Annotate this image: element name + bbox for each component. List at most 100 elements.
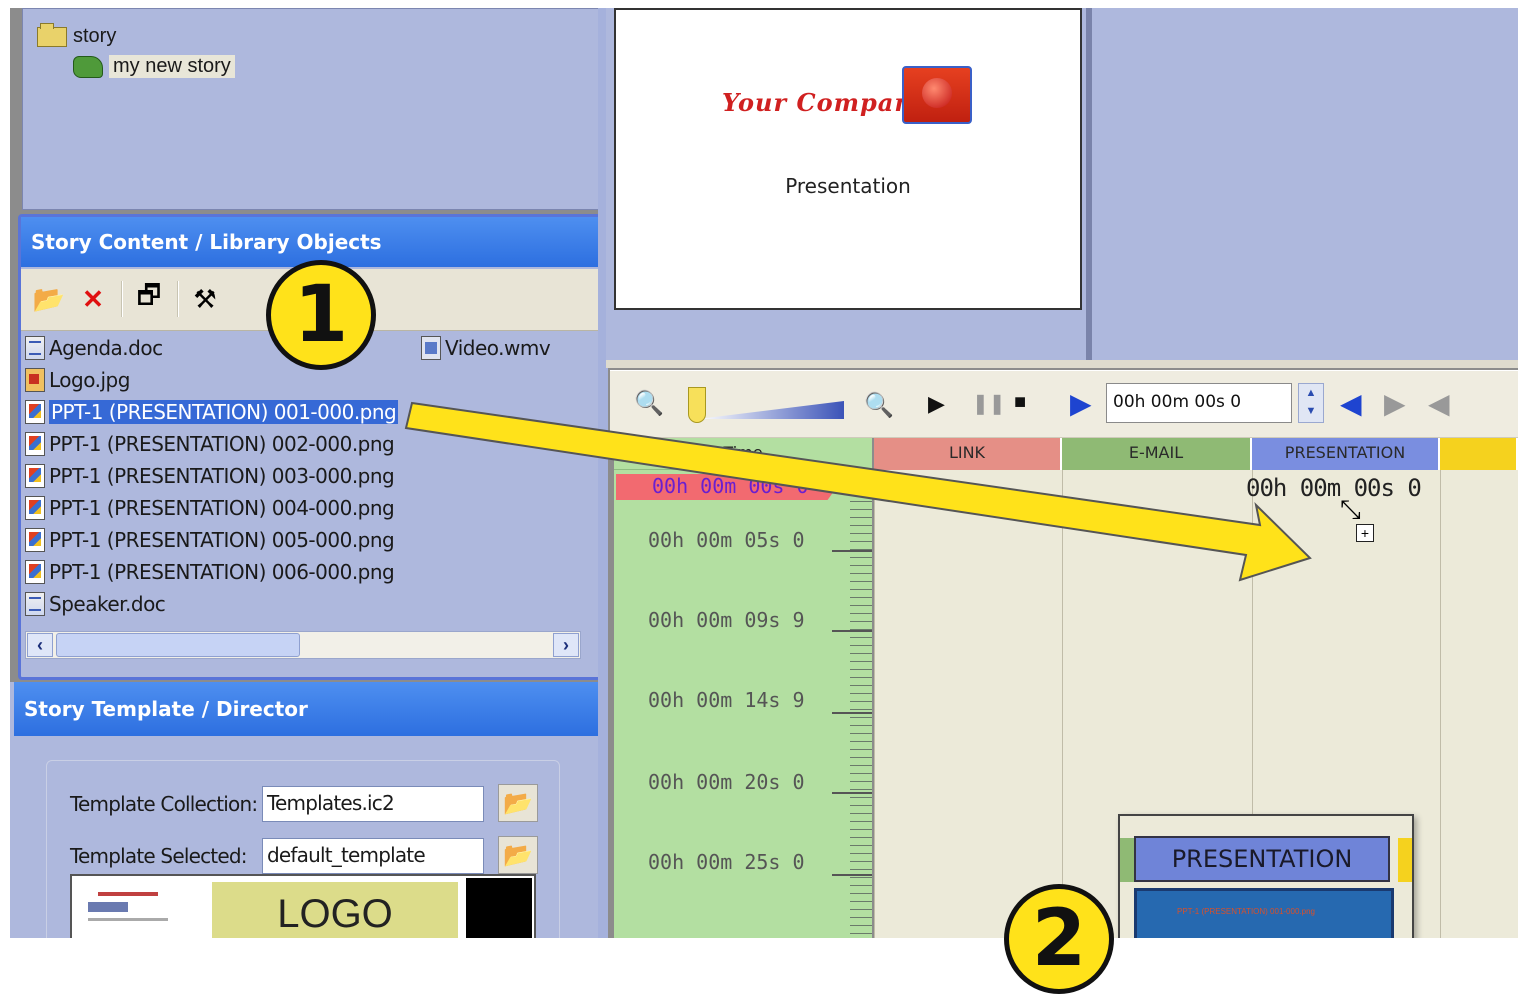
list-item[interactable]: Logo.jpg [25,365,130,395]
list-item[interactable]: Agenda.doc [25,333,163,363]
time-spinner[interactable]: ▲ ▼ [1298,383,1324,423]
zoom-slider-handle[interactable] [688,387,706,423]
browse-template-button[interactable]: 📂 [498,836,538,874]
time-tick-label: 00h 00m 14s 9 [648,688,805,712]
list-item[interactable]: PPT-1 (PRESENTATION) 003-000.png [25,461,395,491]
company-brand-text: Your Company [722,88,928,117]
file-name: PPT-1 (PRESENTATION) 006-000.png [49,560,395,584]
pause-icon[interactable]: ❚❚ [972,391,1006,416]
list-item[interactable]: PPT-1 (PRESENTATION) 004-000.png [25,493,395,523]
template-selected-label: Template Selected: [70,844,247,868]
drop-time-indicator: 00h 00m 00s 0 [1246,474,1422,502]
file-name: PPT-1 (PRESENTATION) 001-000.png [49,400,399,424]
open-folder-icon: 📂 [503,841,533,869]
file-name: Logo.jpg [49,368,130,392]
drag-preview-popup: PRESENTATION PPT-1 (PRESENTATION) 001-00… [1118,814,1414,938]
tree-node-label: my new story [109,55,235,78]
tools-button[interactable]: ⚒ [189,283,221,315]
open-folder-button[interactable]: 📂 [33,283,65,315]
properties-button[interactable]: 🗗 [133,280,165,315]
presentation-clip[interactable]: PPT-1 (PRESENTATION) 001-000.png ✥ [1134,888,1394,938]
png-file-icon [25,560,45,584]
template-black-block [466,878,532,938]
horizontal-splitter[interactable] [606,360,1518,368]
template-collection-label: Template Collection: [70,792,258,816]
jpg-file-icon [25,368,45,392]
track-link[interactable] [874,470,1062,938]
current-time-field[interactable]: 00h 00m 00s 0 [1106,383,1292,423]
time-tick-label: 00h 00m 20s 0 [648,770,805,794]
file-name: Speaker.doc [49,592,166,616]
time-tick-label: 00h 00m 09s 9 [648,608,805,632]
horizontal-scrollbar[interactable]: ‹ › [25,631,581,659]
template-logo-placeholder: LOGO [212,882,458,938]
scrollbar-thumb[interactable] [56,633,300,657]
open-folder-icon: 📂 [32,283,66,314]
file-name: PPT-1 (PRESENTATION) 003-000.png [49,464,395,488]
go-start-icon[interactable]: ▶ [1070,387,1092,420]
track-extra[interactable] [1440,470,1518,938]
clip-caption: PPT-1 (PRESENTATION) 001-000.png [1177,907,1315,916]
application-window: story my new story Story Content / Libra… [10,8,1518,938]
delete-button[interactable]: ✕ [77,283,109,315]
open-folder-icon: 📂 [503,789,533,817]
story-tree-panel: story my new story [22,8,602,210]
list-item[interactable]: PPT-1 (PRESENTATION) 001-000.png [25,397,399,427]
file-name: Agenda.doc [49,336,163,360]
time-ruler [850,470,872,938]
template-preview: LOGO [70,874,536,938]
browse-collection-button[interactable]: 📂 [498,784,538,822]
file-name: Video.wmv [445,336,551,360]
list-item[interactable]: PPT-1 (PRESENTATION) 005-000.png [25,525,395,555]
scroll-right-icon[interactable]: › [553,633,579,657]
previous-frame-icon[interactable]: ◀ [1428,387,1450,420]
panel-title: Story Content / Library Objects [21,217,599,267]
step-2-badge: 2 [1004,884,1114,994]
file-name: PPT-1 (PRESENTATION) 002-000.png [49,432,395,456]
folder-icon [37,22,67,47]
list-item-video[interactable]: Video.wmv [421,333,551,363]
toolbar-divider [121,281,123,317]
slide-preview: Your Company Presentation [614,8,1082,310]
png-file-icon [25,432,45,456]
list-item[interactable]: Speaker.doc [25,589,166,619]
tree-node-label: story [73,25,117,47]
ruler-major-tick [832,874,872,876]
story-icon [73,55,103,78]
tools-icon: ⚒ [193,283,217,314]
zoom-in-icon[interactable]: 🔍 [634,389,664,418]
png-file-icon [25,528,45,552]
template-director-panel: Story Template / Director Template Colle… [10,682,600,938]
time-tick-label: 00h 00m 25s 0 [648,850,805,874]
zoom-out-icon[interactable]: 🔍 [864,391,894,420]
list-item[interactable]: PPT-1 (PRESENTATION) 002-000.png [25,429,395,459]
previous-marker-icon[interactable]: ◀ [1340,387,1362,420]
track-header-email[interactable]: E-MAIL [1062,438,1252,470]
track-header-extra[interactable] [1440,438,1518,470]
play-icon[interactable]: ▶ [928,391,945,417]
copy-cursor-icon: ⤡ [1340,494,1361,524]
template-selected-field[interactable]: default_template [262,838,484,874]
doc-file-icon [25,336,45,360]
company-logo-icon [902,66,972,124]
delete-icon: ✕ [82,283,104,314]
doc-file-icon [25,592,45,616]
ruler-major-tick [832,792,872,794]
zoom-slider[interactable] [688,387,848,423]
list-item[interactable]: PPT-1 (PRESENTATION) 006-000.png [25,557,395,587]
ruler-major-tick [832,630,872,632]
tree-node-story[interactable]: story [37,22,117,48]
tree-node-my-new-story[interactable]: my new story [73,55,235,78]
file-name: PPT-1 (PRESENTATION) 004-000.png [49,496,395,520]
template-collection-field[interactable]: Templates.ic2 [262,786,484,822]
track-header-link[interactable]: LINK [874,438,1062,470]
next-frame-icon[interactable]: ▶ [1384,387,1406,420]
scroll-left-icon[interactable]: ‹ [27,633,53,657]
file-name: PPT-1 (PRESENTATION) 005-000.png [49,528,395,552]
png-file-icon [25,496,45,520]
track-header-presentation[interactable]: PRESENTATION [1252,438,1440,470]
stop-icon[interactable]: ■ [1014,391,1026,414]
playhead-time-label: 00h 00m 00s 0 [652,474,809,498]
slide-subtitle: Presentation [785,174,911,198]
popup-track-header: PRESENTATION [1134,836,1390,882]
